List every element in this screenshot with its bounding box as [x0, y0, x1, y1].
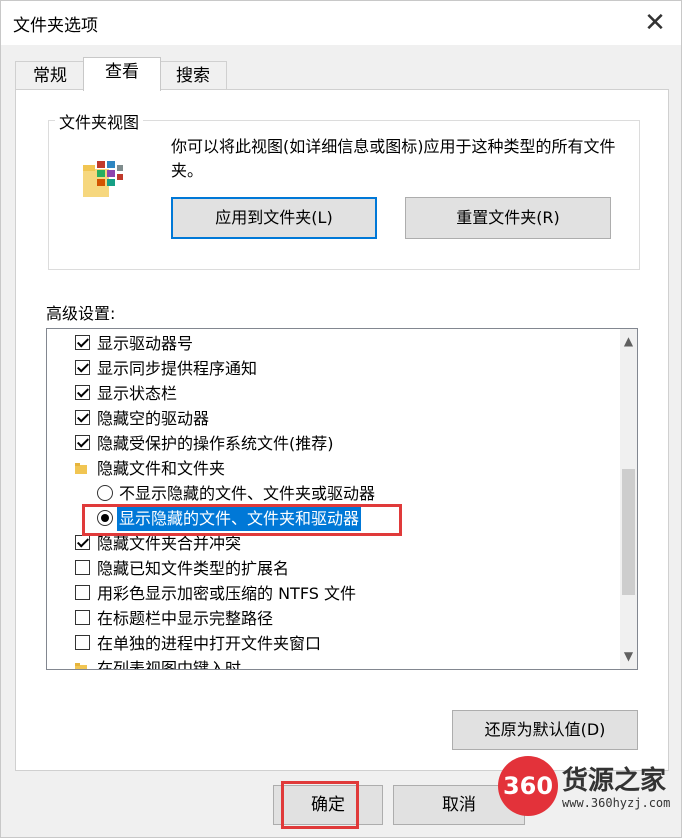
- list-item-label: 显示驱动器号: [97, 334, 194, 353]
- folder-icon: [75, 663, 87, 669]
- list-item-label: 隐藏空的驱动器: [97, 409, 210, 428]
- checkbox[interactable]: [75, 360, 90, 375]
- tab-search[interactable]: 搜索: [159, 61, 227, 90]
- highlight-box: [82, 504, 402, 536]
- list-item-label: 在标题栏中显示完整路径: [97, 609, 274, 628]
- checkbox[interactable]: [75, 385, 90, 400]
- title-bar: 文件夹选项 ✕: [1, 1, 681, 45]
- list-item-label: 用彩色显示加密或压缩的 NTFS 文件: [97, 584, 356, 603]
- list-item-label: 不显示隐藏的文件、文件夹或驱动器: [119, 484, 376, 503]
- tab-general[interactable]: 常规: [15, 61, 85, 90]
- folder-icon: [75, 463, 87, 474]
- checkbox[interactable]: [75, 535, 90, 550]
- scrollbar-thumb[interactable]: [622, 469, 635, 595]
- checkbox[interactable]: [75, 610, 90, 625]
- folder-views-icon: [83, 161, 123, 197]
- apply-to-folders-button[interactable]: 应用到文件夹(L): [171, 197, 377, 239]
- list-item-label: 隐藏受保护的操作系统文件(推荐): [97, 434, 334, 453]
- folder-options-dialog: 文件夹选项 ✕ 常规 查看 搜索 文件夹视图 你可以将此视图(如详细信息或图标)…: [0, 0, 682, 838]
- folder-views-group: 文件夹视图 你可以将此视图(如详细信息或图标)应用于这种类型的所有文件夹。 应用…: [48, 109, 640, 270]
- folder-views-description: 你可以将此视图(如详细信息或图标)应用于这种类型的所有文件夹。: [171, 137, 616, 180]
- view-tab-panel: 文件夹视图 你可以将此视图(如详细信息或图标)应用于这种类型的所有文件夹。 应用…: [15, 89, 669, 771]
- checkbox[interactable]: [75, 585, 90, 600]
- checkbox[interactable]: [75, 410, 90, 425]
- checkbox[interactable]: [75, 435, 90, 450]
- watermark-name: 货源之家: [562, 766, 667, 796]
- scroll-down-icon[interactable]: ▼: [620, 648, 637, 665]
- vertical-scrollbar[interactable]: ▲ ▼: [620, 329, 637, 669]
- checkbox[interactable]: [75, 335, 90, 350]
- advanced-settings-list[interactable]: 显示驱动器号 显示同步提供程序通知 显示状态栏 隐藏空的驱动器 隐藏受保护的操作…: [46, 328, 638, 670]
- folder-views-title: 文件夹视图: [55, 109, 144, 133]
- watermark-logo: 360: [498, 756, 558, 816]
- list-item-label: 隐藏文件和文件夹: [97, 459, 226, 478]
- watermark: 360 货源之家 www.360hyzj.com: [496, 752, 682, 822]
- list-item-label: 在列表视图中键入时: [97, 659, 242, 670]
- close-icon[interactable]: ✕: [637, 5, 673, 41]
- list-item-label: 在单独的进程中打开文件夹窗口: [97, 634, 322, 653]
- list-item-label: 隐藏已知文件类型的扩展名: [97, 559, 290, 578]
- checkbox[interactable]: [75, 560, 90, 575]
- advanced-settings-label: 高级设置:: [46, 304, 116, 323]
- dialog-title: 文件夹选项: [13, 16, 98, 36]
- restore-defaults-button[interactable]: 还原为默认值(D): [452, 710, 638, 750]
- checkbox[interactable]: [75, 635, 90, 650]
- list-item-label: 显示状态栏: [97, 384, 178, 403]
- tab-view[interactable]: 查看: [83, 57, 161, 91]
- list-item-label: 显示同步提供程序通知: [97, 359, 258, 378]
- reset-folders-button[interactable]: 重置文件夹(R): [405, 197, 611, 239]
- radio-button[interactable]: [97, 485, 113, 501]
- watermark-url: www.360hyzj.com: [562, 796, 671, 810]
- scroll-up-icon[interactable]: ▲: [620, 333, 637, 350]
- ok-highlight-box: [281, 781, 359, 829]
